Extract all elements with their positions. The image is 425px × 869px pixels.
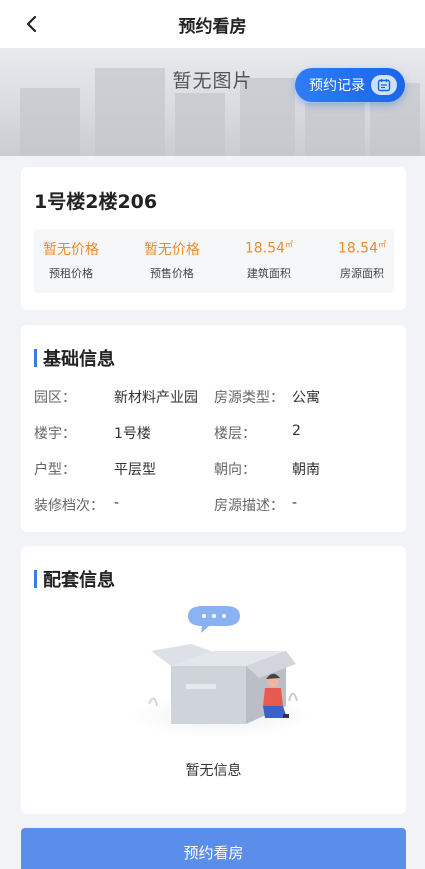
page-title: 预约看房 — [178, 16, 247, 37]
info-value: 朝南 — [292, 462, 320, 478]
info-row: 楼宇： 1号楼 楼层： 2 — [34, 423, 394, 445]
hero-image-placeholder: 暂无图片 预约记录 — [0, 48, 425, 156]
info-label: 户型： — [34, 462, 76, 478]
info-value: 公寓 — [292, 390, 320, 406]
info-label: 园区： — [34, 390, 76, 406]
calendar-icon — [371, 75, 397, 95]
info-value: 1号楼 — [114, 426, 151, 442]
book-viewing-button[interactable]: 预约看房 — [21, 828, 406, 869]
info-label: 房源类型： — [214, 390, 284, 406]
booking-record-label: 预约记录 — [309, 78, 365, 94]
info-label: 装修档次： — [34, 498, 104, 514]
info-label: 朝向： — [214, 462, 256, 478]
unit-title: 1号楼2楼206 — [34, 191, 158, 213]
rent-price-label: 预租价格 — [49, 267, 93, 280]
back-button[interactable] — [18, 10, 46, 38]
section-accent-bar — [34, 570, 37, 588]
info-row: 装修档次： - 房源描述： - — [34, 495, 394, 517]
info-value: 平层型 — [114, 462, 156, 478]
empty-state-illustration — [21, 606, 406, 746]
info-value: 新材料产业园 — [114, 390, 198, 406]
unit-summary-card: 1号楼2楼206 暂无价格 预租价格 暂无价格 预售价格 18.54㎡ 建筑面积… — [21, 167, 406, 310]
info-value: 2 — [292, 423, 301, 439]
building-area-value: 18.54㎡ — [244, 240, 293, 257]
chevron-left-icon — [26, 15, 37, 33]
section-header: 基础信息 — [34, 345, 115, 371]
book-viewing-label: 预约看房 — [183, 843, 244, 862]
rent-price-value: 暂无价格 — [43, 242, 99, 258]
empty-box-icon — [131, 606, 311, 738]
info-label: 房源描述： — [214, 498, 284, 514]
info-row: 户型： 平层型 朝向： 朝南 — [34, 459, 394, 481]
info-label: 楼层： — [214, 426, 256, 442]
sale-price-label: 预售价格 — [149, 267, 194, 280]
building-area-label: 建筑面积 — [246, 267, 291, 280]
price-item-rent: 暂无价格 预租价格 — [43, 229, 99, 293]
price-item-listing-area: 18.54㎡ 房源面积 — [338, 229, 386, 293]
info-row: 园区： 新材料产业园 房源类型： 公寓 — [34, 387, 394, 409]
facilities-card: 配套信息 暂无信息 — [21, 546, 406, 814]
basic-info-card: 基础信息 园区： 新材料产业园 房源类型： 公寓 楼宇： 1号楼 楼层： 2 户… — [21, 325, 406, 532]
price-item-sale: 暂无价格 预售价格 — [144, 229, 200, 293]
nav-bar: 预约看房 — [0, 0, 425, 48]
listing-area-label: 房源面积 — [339, 267, 384, 280]
sale-price-value: 暂无价格 — [143, 242, 200, 258]
price-area-box: 暂无价格 预租价格 暂无价格 预售价格 18.54㎡ 建筑面积 18.54㎡ 房… — [34, 229, 394, 293]
section-title: 配套信息 — [43, 570, 115, 591]
section-header: 配套信息 — [34, 566, 115, 592]
section-accent-bar — [34, 349, 37, 367]
empty-state-text: 暂无信息 — [185, 763, 242, 779]
booking-record-button[interactable]: 预约记录 — [295, 68, 405, 102]
section-title: 基础信息 — [43, 349, 115, 370]
info-label: 楼宇： — [34, 426, 76, 442]
price-item-building-area: 18.54㎡ 建筑面积 — [245, 229, 293, 293]
listing-area-value: 18.54㎡ — [337, 240, 386, 257]
info-value: - — [114, 495, 120, 511]
info-value: - — [292, 495, 298, 511]
